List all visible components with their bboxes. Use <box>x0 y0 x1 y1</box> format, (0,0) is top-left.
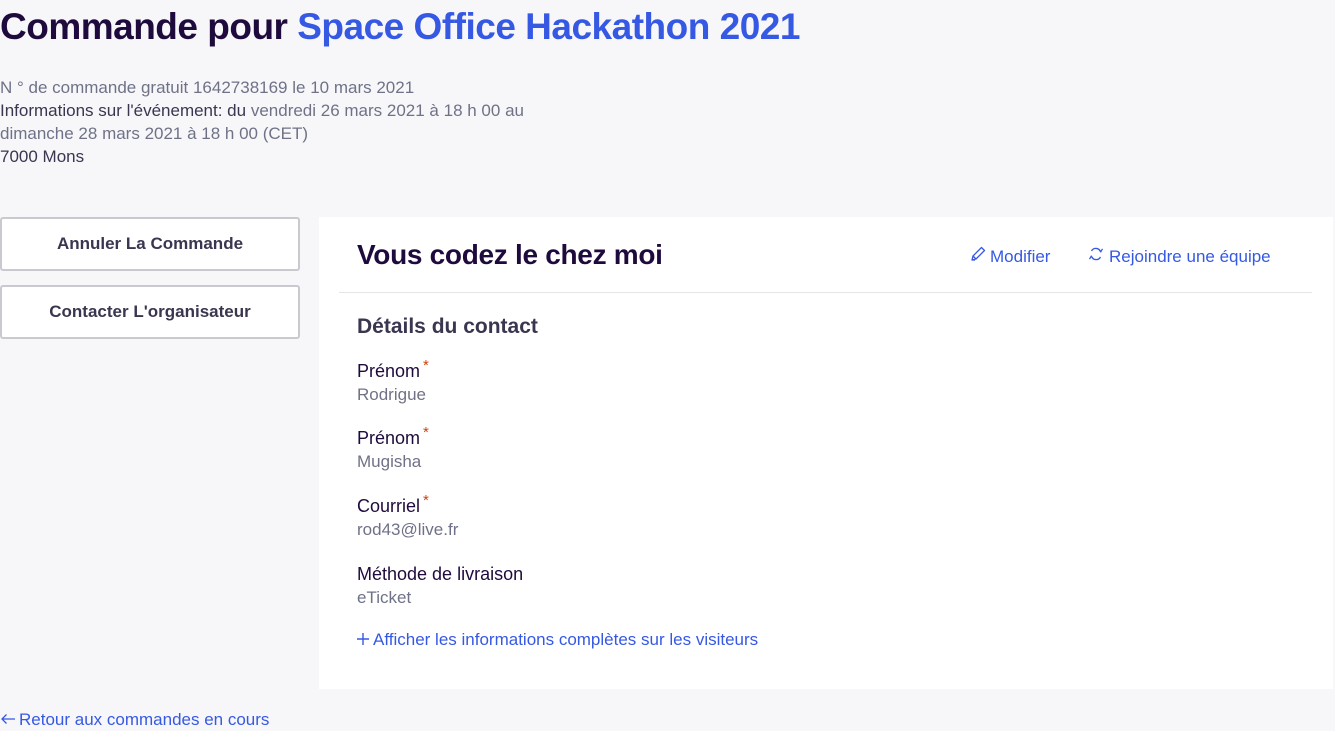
email-value: rod43@live.fr <box>357 520 459 539</box>
order-date: le 10 mars 2021 <box>292 78 415 97</box>
last-name-value: Mugisha <box>357 452 422 471</box>
page-title: Commande pour Space Office Hackathon 202… <box>0 6 800 48</box>
join-team-link[interactable]: Rejoindre une équipe <box>1088 245 1271 268</box>
field-label-text: Courriel <box>357 496 421 516</box>
ticket-card: Vous codez le chez moi Modifier Rejoindr… <box>319 217 1333 689</box>
event-info-line: Informations sur l'événement: du vendred… <box>0 99 600 122</box>
event-start: vendredi 26 mars 2021 à 18 h 00 <box>250 101 501 120</box>
refresh-icon <box>1088 245 1108 268</box>
join-team-label: Rejoindre une équipe <box>1109 246 1271 266</box>
event-info-label: Informations sur l'événement: du <box>0 101 247 120</box>
required-mark: * <box>423 424 429 441</box>
modify-label: Modifier <box>990 246 1051 266</box>
order-label: N ° de commande gratuit <box>0 78 189 97</box>
cancel-order-button[interactable]: Annuler La Commande <box>0 217 300 271</box>
first-name-field: Prénom * Rodrigue <box>357 357 429 407</box>
modify-link[interactable]: Modifier <box>969 245 1050 268</box>
order-meta: N ° de commande gratuit 1642738169 le 10… <box>0 76 600 168</box>
email-label: Courriel * <box>357 492 458 517</box>
contact-organizer-button[interactable]: Contacter L'organisateur <box>0 285 300 339</box>
show-more-label: Afficher les informations complètes sur … <box>373 629 759 649</box>
event-name-link[interactable]: Space Office Hackathon 2021 <box>297 6 800 47</box>
event-to: au <box>505 101 524 120</box>
last-name-label: Prénom * <box>357 424 429 449</box>
back-to-orders-link[interactable]: Retour aux commandes en cours <box>0 709 269 730</box>
required-mark: * <box>423 492 429 509</box>
event-location: 7000 Mons <box>0 147 85 166</box>
back-label: Retour aux commandes en cours <box>19 709 270 729</box>
order-line: N ° de commande gratuit 1642738169 le 10… <box>0 76 600 99</box>
field-label-text: Prénom <box>357 361 421 381</box>
first-name-value: Rodrigue <box>357 385 426 404</box>
first-name-label: Prénom * <box>357 357 429 382</box>
arrow-left-icon <box>0 709 16 730</box>
required-mark: * <box>423 357 429 374</box>
show-attendee-info-link[interactable]: Afficher les informations complètes sur … <box>356 629 758 650</box>
ticket-title: Vous codez le chez moi <box>357 239 663 270</box>
pencil-icon <box>969 245 989 268</box>
delivery-method-value: eTicket <box>357 588 412 607</box>
plus-icon <box>356 629 370 650</box>
field-label-text: Prénom <box>357 428 421 448</box>
contact-details-heading: Détails du contact <box>357 315 538 338</box>
event-end: dimanche 28 mars 2021 à 18 h 00 (CET) <box>0 124 309 143</box>
order-number: 1642738169 <box>192 78 288 97</box>
title-prefix: Commande pour <box>0 6 288 47</box>
divider <box>339 292 1312 293</box>
delivery-method-field: Méthode de livraison eTicket <box>357 563 523 610</box>
last-name-field: Prénom * Mugisha <box>357 424 429 474</box>
email-field: Courriel * rod43@live.fr <box>357 492 459 542</box>
order-page: Commande pour Space Office Hackathon 202… <box>0 0 1335 731</box>
delivery-method-label: Méthode de livraison <box>357 564 524 584</box>
